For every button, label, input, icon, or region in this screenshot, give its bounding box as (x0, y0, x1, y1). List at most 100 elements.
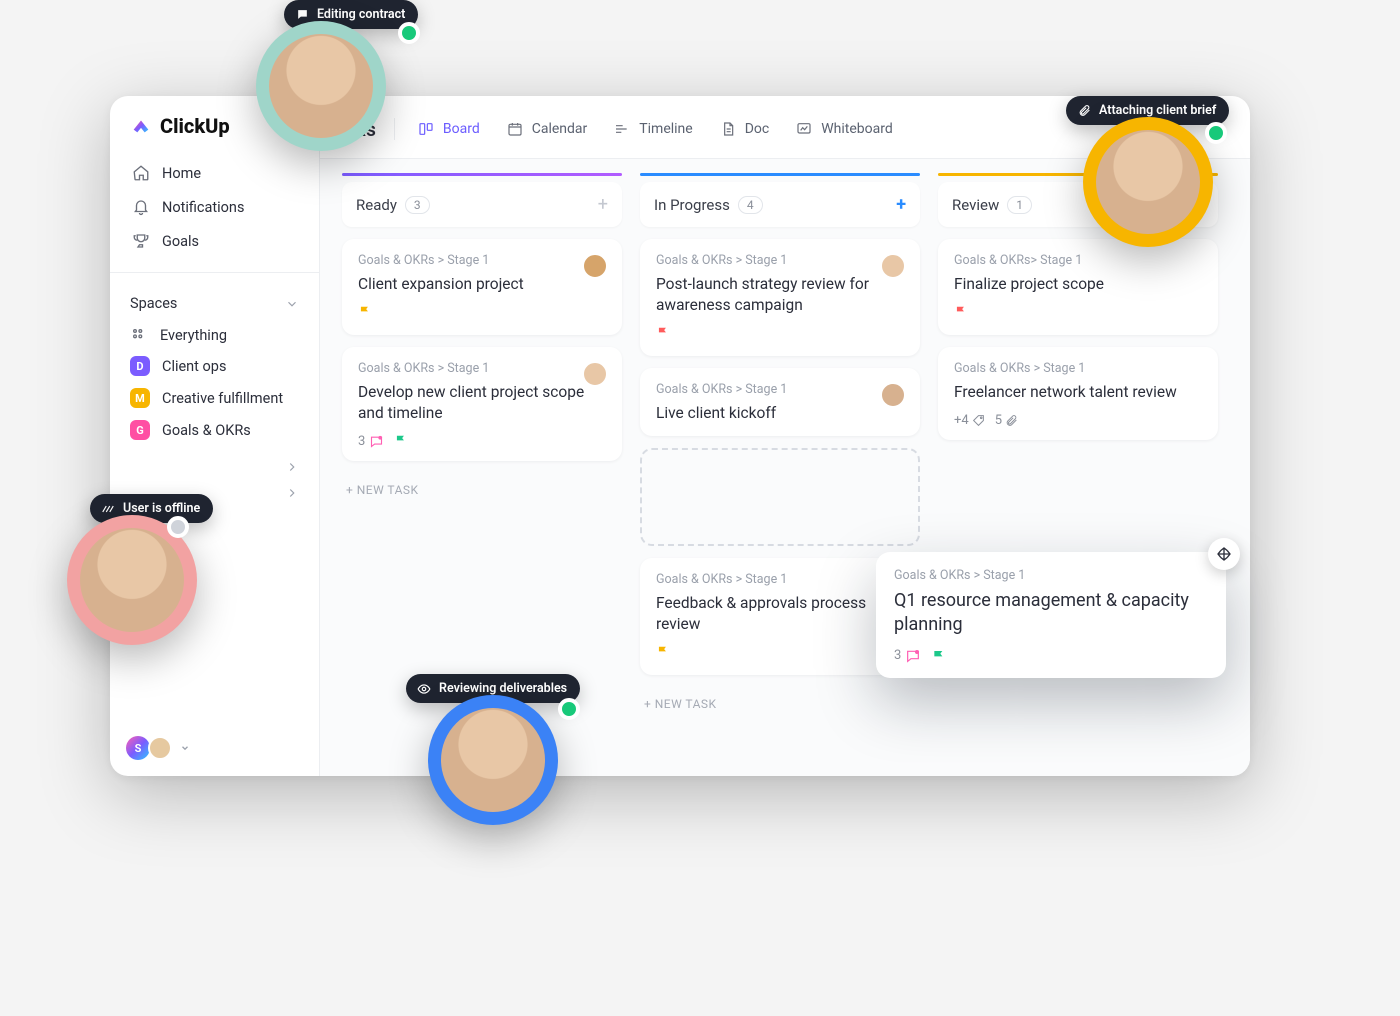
comment-icon (369, 434, 384, 449)
calendar-icon (506, 120, 524, 138)
presence-attaching: Attaching client brief (1066, 96, 1229, 247)
paperclip-icon (1077, 104, 1091, 118)
column-title: Review (952, 196, 999, 214)
tab-label: Calendar (532, 121, 588, 137)
offline-icon (101, 502, 115, 516)
assignee-avatar[interactable] (880, 382, 906, 408)
user-avatar-initial[interactable]: S (126, 736, 150, 760)
new-task-button[interactable]: + NEW TASK (342, 473, 622, 501)
presence-label: Attaching client brief (1099, 103, 1216, 118)
tab-timeline[interactable]: Timeline (603, 114, 702, 144)
status-online-icon (558, 698, 580, 720)
task-card[interactable]: Goals & OKRs > Stage 1 Live client kicko… (640, 368, 920, 436)
presence-avatar (1083, 117, 1213, 247)
assignee-avatar[interactable] (880, 253, 906, 279)
presence-editing: Editing contract (224, 0, 418, 151)
tab-label: Whiteboard (821, 121, 893, 137)
presence-avatar (428, 695, 558, 825)
dragging-task-card[interactable]: Goals & OKRs > Stage 1 Q1 resource manag… (876, 552, 1226, 678)
grid-icon (130, 326, 148, 344)
space-badge: D (130, 356, 150, 376)
tab-calendar[interactable]: Calendar (496, 114, 598, 144)
column-in-progress: In Progress 4 + Goals & OKRs > Stage 1 P… (640, 173, 920, 766)
brand-logo-icon (130, 115, 152, 137)
nav-goals[interactable]: Goals (120, 224, 309, 258)
chevron-down-icon[interactable] (180, 743, 190, 753)
task-card[interactable]: Goals & OKRs > Stage 1 Develop new clien… (342, 347, 622, 461)
column-header-in-progress[interactable]: In Progress 4 + (640, 182, 920, 227)
breadcrumb: Goals & OKRs > Stage 1 (656, 253, 904, 268)
column-accent (640, 173, 920, 176)
task-card[interactable]: Goals & OKRs > Stage 1 Freelancer networ… (938, 347, 1218, 440)
breadcrumb: Goals & OKRs > Stage 1 (954, 361, 1202, 376)
tab-whiteboard[interactable]: Whiteboard (785, 114, 903, 144)
space-client-ops[interactable]: D Client ops (110, 350, 319, 382)
tab-board[interactable]: Board (407, 114, 490, 144)
task-title: Freelancer network talent review (954, 382, 1202, 403)
whiteboard-icon (795, 120, 813, 138)
chevron-right-icon (285, 486, 299, 500)
brand-name: ClickUp (160, 114, 230, 138)
sidebar-footer: S (110, 736, 319, 766)
space-creative[interactable]: M Creative fulfillment (110, 382, 319, 414)
breadcrumb: Goals & OKRs > Stage 1 (656, 382, 904, 397)
priority-flag-icon[interactable] (931, 649, 945, 663)
trophy-icon (132, 232, 150, 250)
chevron-right-icon (285, 460, 299, 474)
task-title: Feedback & approvals process review (656, 593, 904, 635)
home-icon (132, 164, 150, 182)
user-avatar[interactable] (148, 736, 172, 760)
breadcrumb: Goals & OKRs > Stage 1 (894, 568, 1208, 583)
space-goals-okrs[interactable]: G Goals & OKRs (110, 414, 319, 446)
spaces-header[interactable]: Spaces (110, 283, 319, 320)
priority-flag-icon[interactable] (656, 645, 670, 659)
new-task-button[interactable]: + NEW TASK (640, 687, 920, 715)
assignee-avatar[interactable] (582, 361, 608, 387)
space-badge: G (130, 420, 150, 440)
board-icon (417, 120, 435, 138)
drag-handle-icon[interactable] (1208, 538, 1240, 570)
status-online-icon (1205, 122, 1227, 144)
nav-home[interactable]: Home (120, 156, 309, 190)
assignee-avatar[interactable] (582, 253, 608, 279)
paperclip-icon (1005, 414, 1018, 427)
breadcrumb: Goals & OKRs> Stage 1 (954, 253, 1202, 268)
priority-flag-icon[interactable] (954, 305, 968, 319)
timeline-icon (613, 120, 631, 138)
add-task-icon[interactable]: + (598, 194, 608, 215)
nav-notifications-label: Notifications (162, 199, 244, 216)
extra-tags[interactable]: +4 (954, 413, 985, 428)
task-card[interactable]: Goals & OKRs > Stage 1 Client expansion … (342, 239, 622, 335)
space-label: Client ops (162, 358, 226, 375)
comment-icon (905, 648, 921, 664)
attachment-count[interactable]: 5 (995, 413, 1018, 428)
column-count: 1 (1007, 196, 1032, 214)
bell-icon (132, 198, 150, 216)
presence-label: Editing contract (317, 7, 405, 22)
priority-flag-icon[interactable] (656, 326, 670, 340)
priority-flag-icon[interactable] (358, 305, 372, 319)
priority-flag-icon[interactable] (394, 434, 408, 448)
sidebar: ClickUp Home Notifications Goals Spaces … (110, 96, 320, 776)
tab-doc[interactable]: Doc (709, 114, 780, 144)
nav-notifications[interactable]: Notifications (120, 190, 309, 224)
task-title: Q1 resource management & capacity planni… (894, 589, 1208, 638)
task-card[interactable]: Goals & OKRs > Stage 1 Post-launch strat… (640, 239, 920, 356)
task-title: Finalize project scope (954, 274, 1202, 295)
task-card[interactable]: Goals & OKRs> Stage 1 Finalize project s… (938, 239, 1218, 335)
column-title: Ready (356, 196, 397, 214)
column-count: 4 (738, 196, 763, 214)
add-task-icon[interactable]: + (896, 194, 906, 215)
presence-avatar (256, 21, 386, 151)
space-everything[interactable]: Everything (110, 320, 319, 350)
space-collapsed-1[interactable] (110, 446, 319, 480)
presence-offline: User is offline (50, 494, 213, 645)
column-header-ready[interactable]: Ready 3 + (342, 182, 622, 227)
presence-label: Reviewing deliverables (439, 681, 567, 696)
breadcrumb: Goals & OKRs > Stage 1 (358, 253, 606, 268)
task-title: Live client kickoff (656, 403, 904, 424)
comment-count[interactable]: 3 (358, 434, 384, 449)
space-everything-label: Everything (160, 327, 227, 344)
space-badge: M (130, 388, 150, 408)
column-accent (342, 173, 622, 176)
